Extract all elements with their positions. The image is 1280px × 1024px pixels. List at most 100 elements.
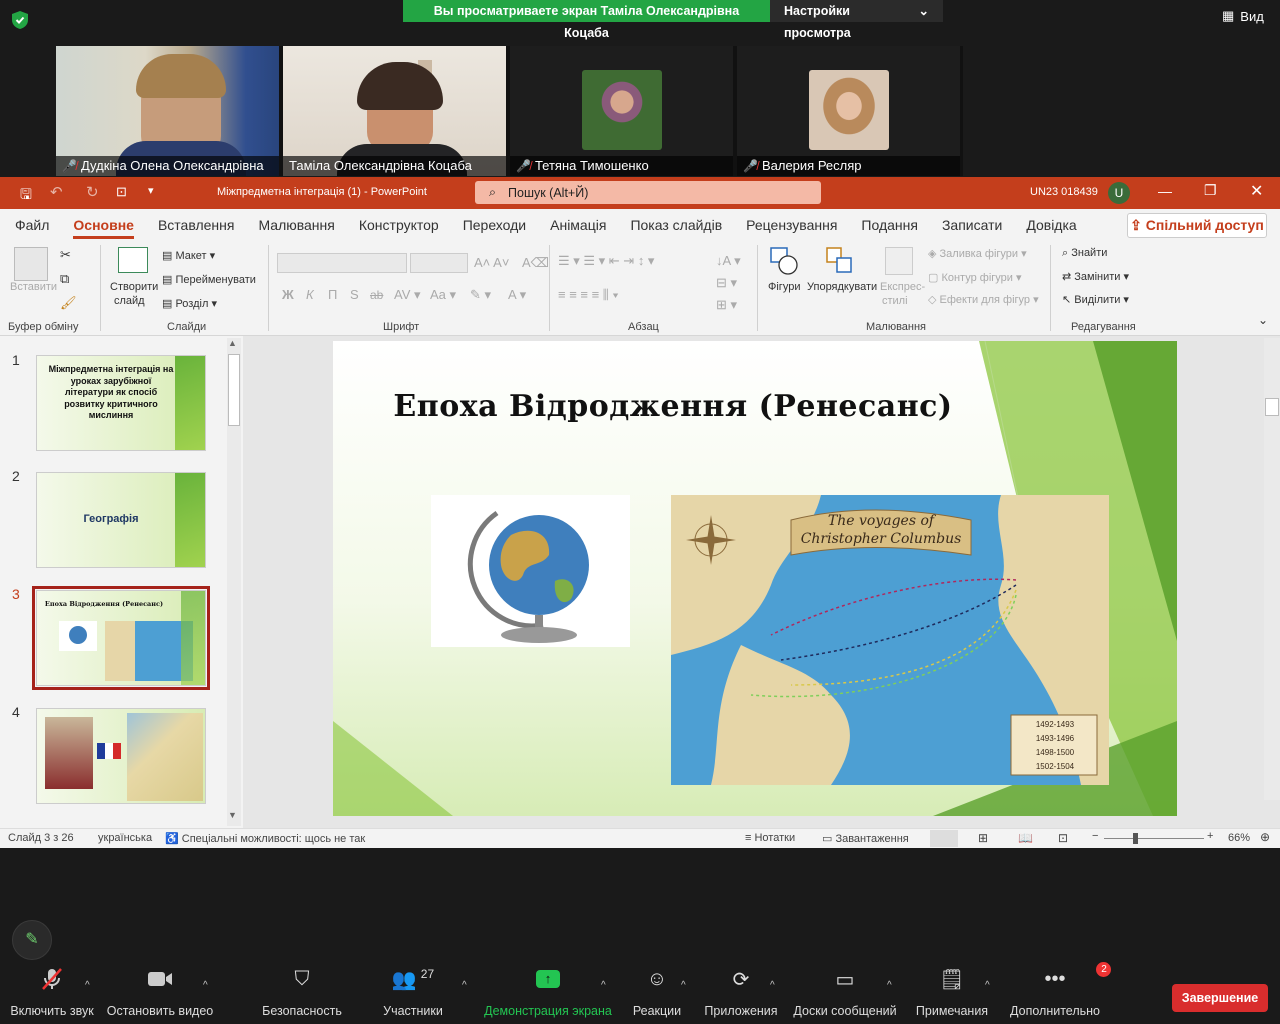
close-icon[interactable]: ✕	[1250, 181, 1263, 201]
thumbnails-scrollbar[interactable]	[227, 338, 241, 826]
whiteboards-options-caret[interactable]: ^	[887, 980, 892, 991]
share-button[interactable]: ⇪ Спільний доступ	[1127, 213, 1267, 238]
accessibility-status[interactable]: ♿ Спеціальні можливості: щось не так	[165, 832, 365, 845]
scrollbar-thumb[interactable]	[1265, 398, 1279, 416]
normal-view-icon[interactable]	[930, 830, 958, 847]
annotate-pen-button[interactable]: ✎	[12, 920, 52, 960]
columbus-voyages-map[interactable]: The voyages of Christopher Columbus 1492…	[671, 495, 1109, 785]
slide-thumbnail[interactable]	[36, 708, 206, 804]
layout-button[interactable]: ▤ Макет ▾	[162, 249, 215, 262]
cut-icon[interactable]: ✂	[60, 247, 71, 263]
underline-button[interactable]: П	[328, 287, 337, 302]
customize-toolbar-icon[interactable]: ▾	[148, 184, 154, 197]
restore-icon[interactable]: ❐	[1204, 182, 1217, 199]
end-meeting-button[interactable]: Завершение	[1172, 984, 1268, 1012]
section-button[interactable]: ▤ Розділ ▾	[162, 297, 217, 310]
font-family-select[interactable]	[277, 253, 407, 273]
participant-tile[interactable]: 🎤̸ Тетяна Тимошенко	[510, 46, 733, 176]
whiteboards-button[interactable]: ▭ Доски сообщений	[792, 960, 898, 1024]
undo-icon[interactable]: ↶	[50, 183, 63, 201]
slide-thumbnail-selected[interactable]: Епоха Відродження (Ренесанс)	[32, 586, 210, 690]
tab-animations[interactable]: Анімація	[538, 209, 618, 241]
participants-button[interactable]: 👥 27 Участники	[380, 960, 446, 1024]
reading-view-icon[interactable]: 📖	[1018, 831, 1033, 845]
apps-options-caret[interactable]: ^	[770, 980, 775, 991]
slide-thumbnail[interactable]: Географія	[36, 472, 206, 568]
participants-options-caret[interactable]: ^	[462, 980, 467, 991]
align-text-icon[interactable]: ⊟ ▾	[716, 275, 737, 291]
bullets-icon[interactable]: ☰ ▾ ☰ ▾ ⇤ ⇥ ↕ ▾	[558, 253, 654, 269]
find-button[interactable]: ⌕ Знайти	[1062, 247, 1107, 260]
reactions-options-caret[interactable]: ^	[681, 980, 686, 991]
shape-effects-button[interactable]: ◇ Ефекти для фігур ▾	[928, 293, 1039, 306]
grow-font-icon[interactable]: A˄ A˅	[474, 255, 509, 270]
tab-design[interactable]: Конструктор	[347, 209, 451, 241]
shape-outline-button[interactable]: ▢ Контур фігури ▾	[928, 271, 1022, 284]
highlight-icon[interactable]: ✎ ▾	[470, 287, 491, 303]
apps-button[interactable]: ⟳ Приложения	[702, 960, 780, 1024]
text-direction-icon[interactable]: ↓A ▾	[716, 253, 741, 269]
audio-options-caret[interactable]: ^	[85, 980, 90, 991]
participant-tile-active-speaker[interactable]: Таміла Олександрівна Коцаба	[283, 46, 506, 176]
view-settings-dropdown[interactable]: Настройки просмотра ⌄	[770, 0, 943, 40]
scroll-down-icon[interactable]: ▼	[228, 810, 237, 820]
scrollbar-thumb[interactable]	[228, 354, 240, 426]
copy-icon[interactable]: ⧉	[60, 271, 69, 287]
align-icons[interactable]: ≡ ≡ ≡ ≡ ⫼ ▾	[558, 287, 619, 303]
font-color-icon[interactable]: A ▾	[508, 287, 526, 303]
notes-button[interactable]: ≡ Нотатки	[745, 832, 795, 844]
bold-button[interactable]: Ж	[282, 287, 294, 302]
arrange-icon[interactable]	[826, 247, 854, 275]
tab-review[interactable]: Рецензування	[734, 209, 849, 241]
fit-slide-icon[interactable]: ⊕	[1260, 830, 1270, 844]
tab-file[interactable]: Файл	[3, 209, 61, 241]
share-screen-button[interactable]: ↑ Демонстрация экрана	[484, 960, 612, 1024]
slide-scrollbar[interactable]	[1264, 338, 1280, 800]
zoom-slider[interactable]	[1104, 838, 1204, 839]
save-icon[interactable]: 🖫	[20, 184, 32, 208]
tab-insert[interactable]: Вставлення	[146, 209, 247, 241]
user-avatar[interactable]: U	[1108, 182, 1130, 204]
zoom-out-icon[interactable]: −	[1092, 830, 1098, 842]
notes-options-caret[interactable]: ^	[985, 980, 990, 991]
participant-tile[interactable]: 🎤̸ Валерия Ресляр	[737, 46, 960, 176]
language-indicator[interactable]: українська	[98, 832, 152, 844]
share-options-caret[interactable]: ^	[601, 980, 606, 991]
view-button[interactable]: ▦ Вид	[1222, 8, 1264, 24]
participant-tile[interactable]: 🎤̸ Дудкіна Олена Олександрівна	[56, 46, 279, 176]
uploading-status[interactable]: ▭ Завантаження	[822, 832, 909, 845]
tab-transitions[interactable]: Переходи	[451, 209, 538, 241]
zoom-slider-thumb[interactable]	[1133, 833, 1138, 844]
present-icon[interactable]: ⊡	[116, 184, 127, 200]
slideshow-view-icon[interactable]: ⊡	[1058, 831, 1068, 845]
tab-view[interactable]: Подання	[849, 209, 930, 241]
tab-slideshow[interactable]: Показ слайдів	[618, 209, 734, 241]
reactions-button[interactable]: ☺ Реакции	[628, 960, 686, 1024]
scroll-up-icon[interactable]: ▲	[228, 338, 237, 348]
char-spacing-icon[interactable]: AV ▾	[394, 287, 421, 303]
replace-button[interactable]: ⇄ Замінити ▾	[1062, 270, 1129, 283]
minimize-icon[interactable]: —	[1158, 183, 1172, 199]
zoom-in-icon[interactable]: +	[1207, 830, 1213, 842]
video-options-caret[interactable]: ^	[203, 980, 208, 991]
format-painter-icon[interactable]: 🖌	[60, 295, 77, 311]
more-button[interactable]: ••• 2 Дополнительно	[1008, 960, 1112, 1024]
shapes-icon[interactable]	[770, 247, 798, 275]
stop-video-button[interactable]: Остановить видео	[106, 960, 214, 1024]
select-button[interactable]: ↖ Виділити ▾	[1062, 293, 1129, 306]
shadow-button[interactable]: S	[350, 287, 359, 302]
shape-fill-button[interactable]: ◈ Заливка фігури ▾	[928, 247, 1027, 260]
unmute-button[interactable]: Включить звук	[10, 960, 94, 1024]
paste-icon[interactable]	[14, 247, 48, 281]
tab-draw[interactable]: Малювання	[246, 209, 346, 241]
notes-button[interactable]: 🗒 Примечания	[914, 960, 990, 1024]
smartart-icon[interactable]: ⊞ ▾	[716, 297, 737, 313]
tab-record[interactable]: Записати	[930, 209, 1014, 241]
current-slide[interactable]: Епоха Відродження (Ренесанс) The voyages…	[333, 341, 1177, 816]
clear-format-icon[interactable]: A⌫	[522, 255, 549, 271]
italic-button[interactable]: К	[306, 287, 314, 302]
tab-home[interactable]: Основне	[61, 209, 146, 241]
sorter-view-icon[interactable]: ⊞	[978, 831, 988, 845]
new-slide-icon[interactable]	[118, 247, 148, 273]
change-case-icon[interactable]: Aa ▾	[430, 287, 456, 303]
